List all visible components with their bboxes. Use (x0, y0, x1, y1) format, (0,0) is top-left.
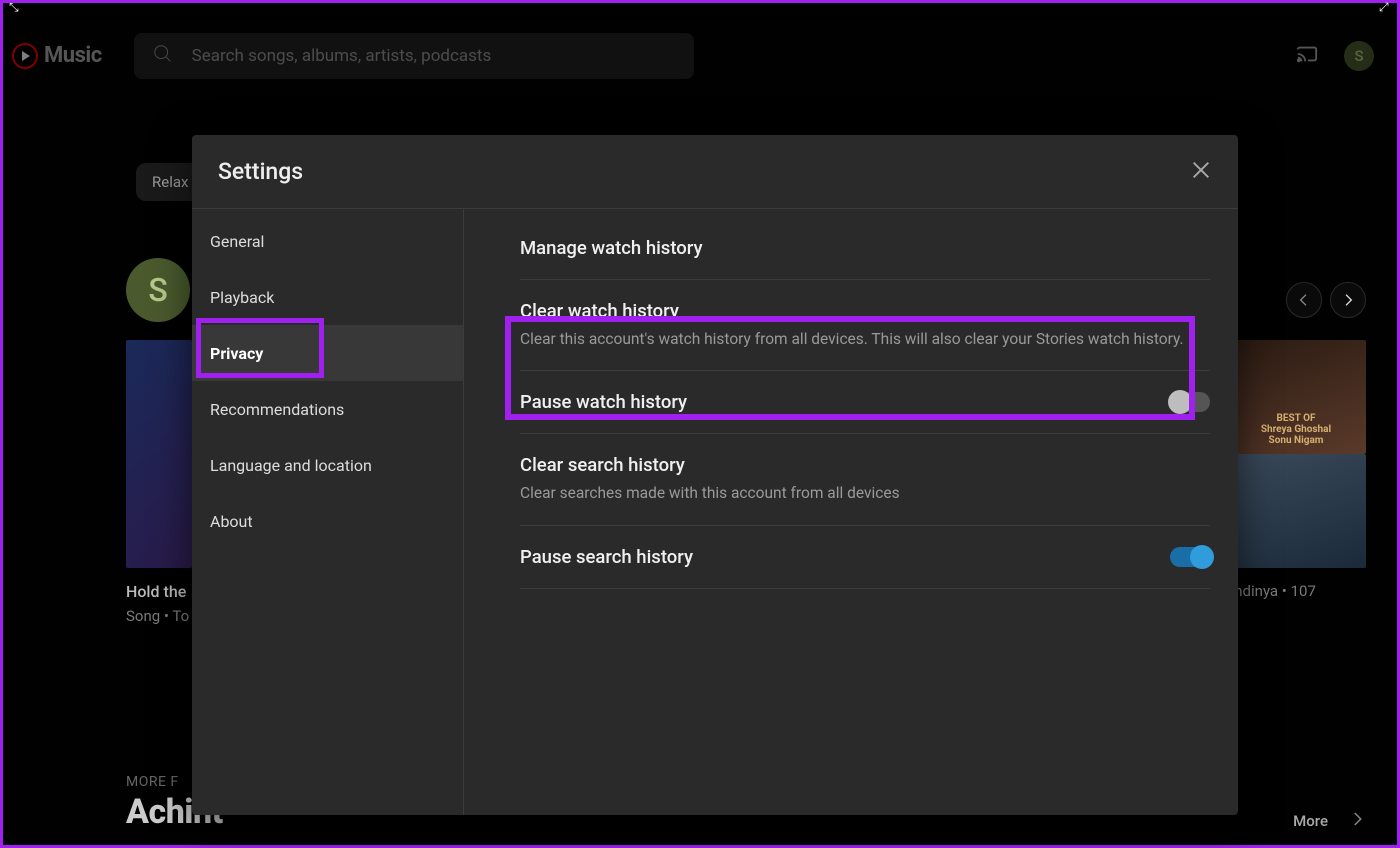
settings-content: Manage watch history Clear watch history… (464, 209, 1238, 815)
carousel-next-button[interactable] (1330, 282, 1366, 318)
app-root: Music Search songs, albums, artists, pod… (6, 18, 1394, 842)
search-input[interactable]: Search songs, albums, artists, podcasts (134, 33, 694, 79)
dialog-body: General Playback Privacy Recommendations… (192, 209, 1238, 815)
toggle-pause-watch-history[interactable] (1170, 392, 1210, 412)
sidebar-item-general[interactable]: General (192, 213, 463, 269)
dialog-title: Settings (218, 158, 303, 185)
dialog-header: Settings (192, 135, 1238, 209)
row-manage-watch-history[interactable]: Manage watch history (520, 231, 1210, 280)
row-pause-watch-history: Pause watch history (520, 371, 1210, 434)
annotation-frame: ⤡ ⤢ Music Search songs, albums, artists,… (0, 0, 1400, 848)
song-card[interactable]: Hold the Song • To (126, 340, 192, 625)
chevron-right-icon[interactable] (1348, 810, 1366, 832)
settings-dialog: Settings General Playback Privacy Recomm… (192, 135, 1238, 815)
resize-handle-icon: ⤡ (9, 2, 21, 12)
row-clear-watch-history[interactable]: Clear watch history Clear this account's… (520, 280, 1210, 371)
sidebar-item-language[interactable]: Language and location (192, 437, 463, 493)
close-icon (1190, 159, 1212, 181)
toggle-knob-icon (1190, 545, 1214, 569)
album-art (126, 340, 192, 568)
more-button[interactable]: More (1293, 812, 1328, 830)
settings-sidebar: General Playback Privacy Recommendations… (192, 209, 464, 815)
carousel-nav (1286, 282, 1366, 318)
chevron-left-icon (1296, 292, 1312, 308)
song-title: Hold the (126, 582, 192, 601)
row-pause-search-history: Pause search history (520, 526, 1210, 589)
search-placeholder: Search songs, albums, artists, podcasts (192, 46, 492, 66)
close-button[interactable] (1190, 159, 1212, 185)
sidebar-item-playback[interactable]: Playback (192, 269, 463, 325)
toggle-knob-icon (1168, 390, 1192, 414)
playlist-subtitle: undinya • 107 (1226, 582, 1366, 600)
search-icon (152, 43, 174, 69)
sidebar-item-privacy[interactable]: Privacy (192, 325, 463, 381)
sidebar-item-recommendations[interactable]: Recommendations (192, 381, 463, 437)
carousel-prev-button[interactable] (1286, 282, 1322, 318)
album-art (1226, 454, 1366, 568)
resize-handle-icon: ⤢ (1379, 2, 1391, 12)
chevron-right-icon (1340, 292, 1356, 308)
playlist-card[interactable]: BEST OF Shreya Ghoshal Sonu Nigam undiny… (1226, 340, 1366, 600)
profile-avatar-large[interactable]: S (126, 258, 190, 322)
song-subtitle: Song • To (126, 607, 192, 625)
album-art: BEST OF Shreya Ghoshal Sonu Nigam (1226, 340, 1366, 454)
toggle-pause-search-history[interactable] (1170, 547, 1210, 567)
sidebar-item-about[interactable]: About (192, 493, 463, 549)
row-clear-search-history[interactable]: Clear search history Clear searches made… (520, 434, 1210, 525)
